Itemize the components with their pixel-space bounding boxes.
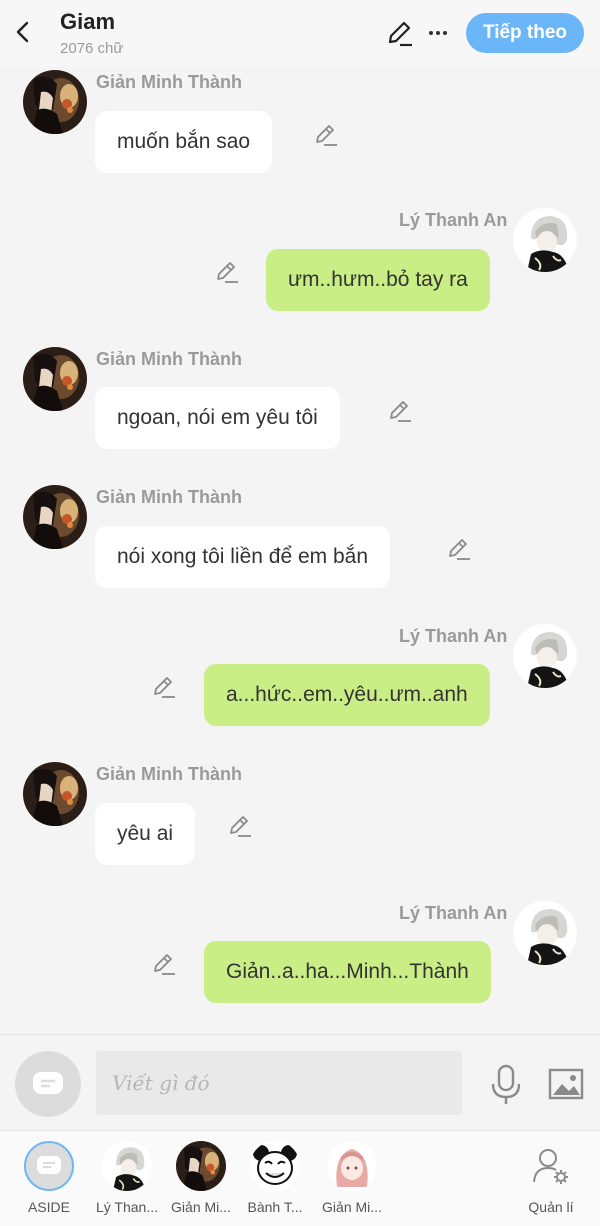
sender-name: Giản Minh Thành xyxy=(96,349,242,369)
sender-name: Lý Thanh An xyxy=(399,210,508,230)
edit-message-pencil-icon[interactable] xyxy=(312,122,338,148)
message-bubble[interactable]: ngoan, nói em yêu tôi xyxy=(95,387,340,449)
ly-thanh-an-avatar xyxy=(102,1141,152,1191)
aside-chat-icon xyxy=(24,1141,74,1191)
message-bubble[interactable]: nói xong tôi liền để em bắn xyxy=(95,526,391,588)
tab-label: Lý Than... xyxy=(95,1199,158,1215)
image-icon xyxy=(548,1068,584,1100)
tab-gian-mi-2[interactable]: Giản Mi... xyxy=(315,1131,389,1226)
ly-thanh-an-avatar[interactable] xyxy=(513,208,577,272)
meme-face-avatar xyxy=(250,1141,300,1191)
message-bubble[interactable]: a...hức..em..yêu..ưm..anh xyxy=(204,664,490,726)
message-bubble[interactable]: muốn bắn sao xyxy=(95,111,273,173)
pink-hair-girl-avatar xyxy=(327,1141,377,1191)
ly-thanh-an-avatar[interactable] xyxy=(513,624,577,688)
edit-message-pencil-icon[interactable] xyxy=(226,813,252,839)
message-bubble[interactable]: ưm..hưm..bỏ tay ra xyxy=(266,249,490,311)
gian-minh-thanh-avatar xyxy=(176,1141,226,1191)
chat-messages[interactable]: Giản Minh Thành muốn bắn sao Lý Thanh An… xyxy=(0,66,600,1034)
chevron-left-icon xyxy=(16,21,29,43)
tab-aside[interactable]: ASIDE xyxy=(12,1131,86,1226)
edit-message-pencil-icon[interactable] xyxy=(445,536,471,562)
more-dot-icon xyxy=(436,31,440,35)
message-bubble[interactable]: Giản..a..ha...Minh...Thành xyxy=(204,941,491,1003)
tab-ly-thanh-an[interactable]: Lý Than... xyxy=(90,1131,164,1226)
word-count: 2076 chữ xyxy=(60,40,124,57)
insert-image-button[interactable] xyxy=(548,1067,584,1101)
tab-label: Bành T... xyxy=(247,1199,303,1215)
gian-minh-thanh-avatar[interactable] xyxy=(23,347,87,411)
more-options-button[interactable] xyxy=(424,18,452,48)
gian-minh-thanh-avatar[interactable] xyxy=(23,762,87,826)
gian-minh-thanh-avatar[interactable] xyxy=(23,485,87,549)
edit-message-pencil-icon[interactable] xyxy=(386,398,412,424)
tab-label: ASIDE xyxy=(27,1199,70,1215)
ly-thanh-an-avatar[interactable] xyxy=(513,901,577,965)
back-button[interactable] xyxy=(8,14,38,50)
edit-title-button[interactable] xyxy=(384,18,414,48)
message-bubble[interactable]: yêu ai xyxy=(95,803,196,865)
sender-name: Giản Minh Thành xyxy=(96,764,242,784)
next-button[interactable]: Tiếp theo xyxy=(466,13,584,53)
pencil-icon xyxy=(388,21,412,47)
tab-gian-minh-thanh[interactable]: Giản Mi... xyxy=(164,1131,238,1226)
message-input[interactable] xyxy=(96,1051,462,1115)
gian-minh-thanh-avatar[interactable] xyxy=(23,70,87,134)
character-tab-bar: ASIDE Lý Than... Giản Mi... Bành T... Gi… xyxy=(0,1130,600,1226)
voice-input-button[interactable] xyxy=(486,1063,526,1107)
edit-message-pencil-icon[interactable] xyxy=(150,674,176,700)
story-title: Giam xyxy=(60,9,116,34)
tab-manage[interactable]: Quản lí xyxy=(514,1131,588,1226)
sender-name: Lý Thanh An xyxy=(399,903,508,923)
sender-name: Lý Thanh An xyxy=(399,626,508,646)
sender-name: Giản Minh Thành xyxy=(96,487,242,507)
tab-label: Giản Mi... xyxy=(322,1199,382,1215)
chat-bubble-icon xyxy=(33,1072,63,1094)
microphone-icon xyxy=(491,1064,521,1104)
aside-toggle-button[interactable] xyxy=(15,1051,81,1117)
tab-label: Giản Mi... xyxy=(171,1199,231,1215)
more-dot-icon xyxy=(429,31,433,35)
tab-banh[interactable]: Bành T... xyxy=(238,1131,312,1226)
more-dot-icon xyxy=(443,31,447,35)
tab-label: Quản lí xyxy=(528,1199,574,1215)
edit-message-pencil-icon[interactable] xyxy=(213,259,239,285)
top-bar: Giam 2076 chữ Tiếp theo xyxy=(0,0,600,66)
user-settings-icon xyxy=(526,1141,576,1191)
edit-message-pencil-icon[interactable] xyxy=(150,951,176,977)
sender-name: Giản Minh Thành xyxy=(96,72,242,92)
message-composer xyxy=(0,1034,600,1130)
